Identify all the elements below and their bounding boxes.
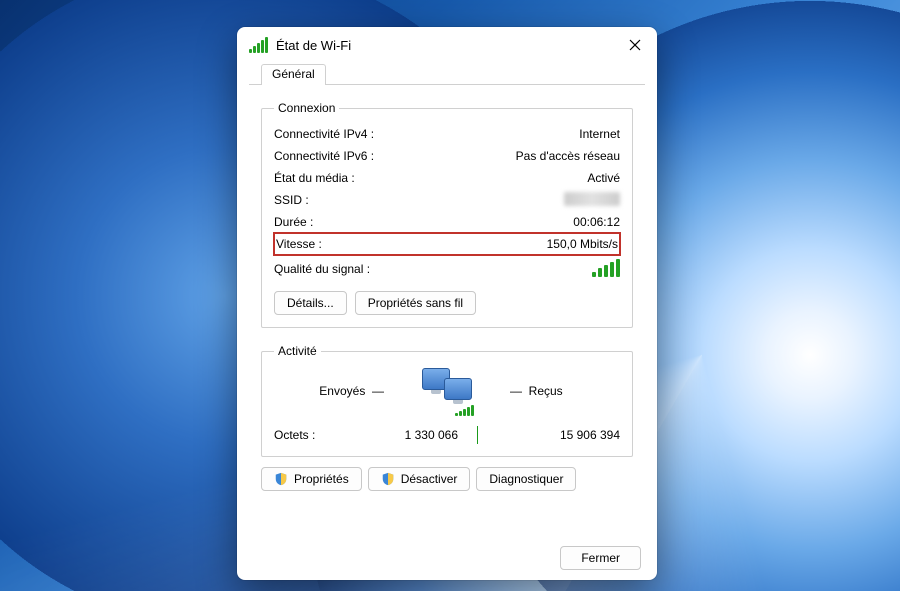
shield-icon xyxy=(381,472,395,486)
row-speed-highlighted: Vitesse : 150,0 Mbits/s xyxy=(274,233,620,255)
ipv6-label: Connectivité IPv6 : xyxy=(274,149,424,163)
sent-label-text: Envoyés xyxy=(319,384,365,398)
connection-group: Connexion Connectivité IPv4 : Internet C… xyxy=(261,101,633,328)
activity-group: Activité Envoyés — — Reçus Octets : xyxy=(261,344,633,457)
wireless-properties-button[interactable]: Propriétés sans fil xyxy=(355,291,476,315)
disable-button-label: Désactiver xyxy=(401,472,458,486)
ipv4-value: Internet xyxy=(424,127,620,141)
signal-value xyxy=(424,259,620,280)
signal-label: Qualité du signal : xyxy=(274,262,424,276)
connection-legend: Connexion xyxy=(274,101,339,115)
wireless-properties-button-label: Propriétés sans fil xyxy=(368,296,463,310)
bytes-received-value: 15 906 394 xyxy=(492,428,620,442)
diagnose-button[interactable]: Diagnostiquer xyxy=(476,467,576,491)
ssid-label: SSID : xyxy=(274,193,424,207)
close-button[interactable] xyxy=(621,31,649,59)
titlebar: État de Wi-Fi xyxy=(237,27,657,63)
bytes-sent-value: 1 330 066 xyxy=(334,428,462,442)
speed-label: Vitesse : xyxy=(276,237,426,251)
received-label: — Reçus xyxy=(502,384,620,398)
row-signal: Qualité du signal : xyxy=(274,255,620,283)
network-computers-icon xyxy=(420,368,474,414)
duration-label: Durée : xyxy=(274,215,424,229)
tab-general[interactable]: Général xyxy=(261,64,326,85)
activity-legend: Activité xyxy=(274,344,321,358)
ssid-redacted xyxy=(564,192,620,206)
shield-icon xyxy=(274,472,288,486)
media-label: État du média : xyxy=(274,171,424,185)
close-dialog-button-label: Fermer xyxy=(581,551,620,565)
row-ipv6: Connectivité IPv6 : Pas d'accès réseau xyxy=(274,145,620,167)
tab-strip: Général xyxy=(249,63,645,85)
close-dialog-button[interactable]: Fermer xyxy=(560,546,641,570)
row-duration: Durée : 00:06:12 xyxy=(274,211,620,233)
bytes-row: Octets : 1 330 066 15 906 394 xyxy=(274,426,620,444)
properties-button-label: Propriétés xyxy=(294,472,349,486)
signal-bars-icon xyxy=(592,259,620,277)
diagnose-button-label: Diagnostiquer xyxy=(489,472,563,486)
window-title: État de Wi-Fi xyxy=(276,38,351,53)
speed-value: 150,0 Mbits/s xyxy=(426,237,618,251)
close-icon xyxy=(629,39,641,51)
details-button[interactable]: Détails... xyxy=(274,291,347,315)
properties-button[interactable]: Propriétés xyxy=(261,467,362,491)
wifi-status-dialog: État de Wi-Fi Général Connexion Connecti… xyxy=(237,27,657,580)
dialog-footer: Fermer xyxy=(237,536,657,580)
bytes-label: Octets : xyxy=(274,428,334,442)
activity-divider xyxy=(477,426,478,444)
duration-value: 00:06:12 xyxy=(424,215,620,229)
small-signal-icon xyxy=(455,404,474,416)
ssid-value xyxy=(424,192,620,209)
wifi-signal-icon xyxy=(249,37,268,53)
row-ssid: SSID : xyxy=(274,189,620,211)
sent-label: Envoyés — xyxy=(274,384,392,398)
row-ipv4: Connectivité IPv4 : Internet xyxy=(274,123,620,145)
activity-header: Envoyés — — Reçus xyxy=(274,368,620,414)
disable-button[interactable]: Désactiver xyxy=(368,467,471,491)
row-media: État du média : Activé xyxy=(274,167,620,189)
ipv4-label: Connectivité IPv4 : xyxy=(274,127,424,141)
details-button-label: Détails... xyxy=(287,296,334,310)
monitor-front-icon xyxy=(444,378,472,400)
ipv6-value: Pas d'accès réseau xyxy=(424,149,620,163)
received-label-text: Reçus xyxy=(529,384,563,398)
media-value: Activé xyxy=(424,171,620,185)
